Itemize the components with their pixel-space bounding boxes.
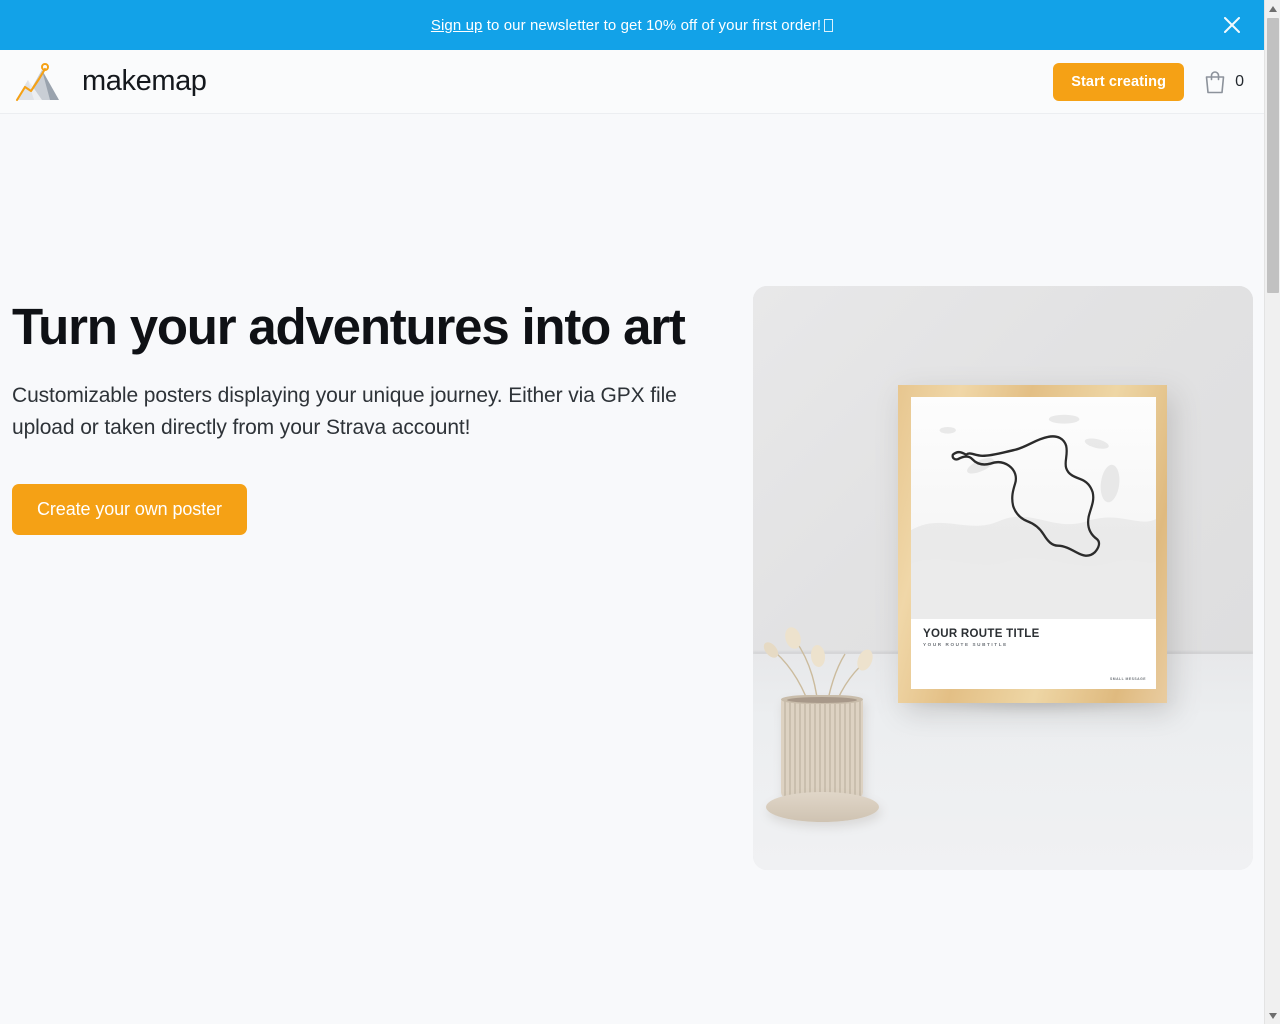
page-root: Sign up to our newsletter to get 10% off… xyxy=(0,0,1280,1024)
start-creating-button[interactable]: Start creating xyxy=(1053,62,1185,101)
vase-mouth xyxy=(787,697,857,703)
create-poster-button[interactable]: Create your own poster xyxy=(12,483,247,535)
hero-product-photo: YOUR ROUTE TITLE YOUR ROUTE SUBTITLE SMA… xyxy=(753,286,1253,870)
header-actions: Start creating 0 xyxy=(1053,62,1244,101)
cart-count: 0 xyxy=(1235,72,1244,90)
brand-home-link[interactable]: makemap xyxy=(12,60,207,104)
chevron-up-icon xyxy=(1269,5,1277,12)
hero-title: Turn your adventures into art xyxy=(12,298,686,355)
banner-close-button[interactable] xyxy=(1220,13,1244,37)
hero-section: Turn your adventures into art Customizab… xyxy=(0,114,1264,870)
poster-title: YOUR ROUTE TITLE xyxy=(923,627,1040,640)
scroll-up-button[interactable] xyxy=(1265,0,1280,17)
scrollbar-thumb[interactable] xyxy=(1267,18,1279,293)
scroll-down-button[interactable] xyxy=(1265,1007,1280,1024)
banner-message: Sign up to our newsletter to get 10% off… xyxy=(431,16,834,34)
poster-map-area xyxy=(911,397,1156,619)
hero-copy: Turn your adventures into art Customizab… xyxy=(12,298,732,535)
brand-name: makemap xyxy=(82,65,207,97)
close-icon xyxy=(1224,17,1240,33)
newsletter-signup-link[interactable]: Sign up xyxy=(431,17,483,34)
missing-emoji-glyph xyxy=(824,18,834,32)
chevron-down-icon xyxy=(1269,1012,1277,1019)
photo-vase-decor xyxy=(753,616,953,846)
vase-saucer xyxy=(766,792,879,822)
banner-message-text: to our newsletter to get 10% off of your… xyxy=(482,16,822,34)
site-header: makemap Start creating 0 xyxy=(0,50,1264,114)
cart-button[interactable]: 0 xyxy=(1202,68,1244,96)
page-scrollbar[interactable] xyxy=(1264,0,1280,1024)
poster-route-map xyxy=(911,414,1156,619)
hero-subtitle: Customizable posters displaying your uni… xyxy=(12,384,677,439)
terrain-shading xyxy=(911,516,1156,619)
page-viewport: Sign up to our newsletter to get 10% off… xyxy=(0,0,1264,1024)
poster-subtitle: YOUR ROUTE SUBTITLE xyxy=(923,641,1008,647)
poster-small-message: SMALL MESSAGE xyxy=(1109,677,1146,681)
vase-body xyxy=(781,698,863,798)
terrain-patches xyxy=(939,414,1120,503)
shopping-bag-icon xyxy=(1205,70,1225,93)
makemap-mountain-route-logo-icon xyxy=(15,62,59,101)
announcement-banner: Sign up to our newsletter to get 10% off… xyxy=(0,0,1264,50)
